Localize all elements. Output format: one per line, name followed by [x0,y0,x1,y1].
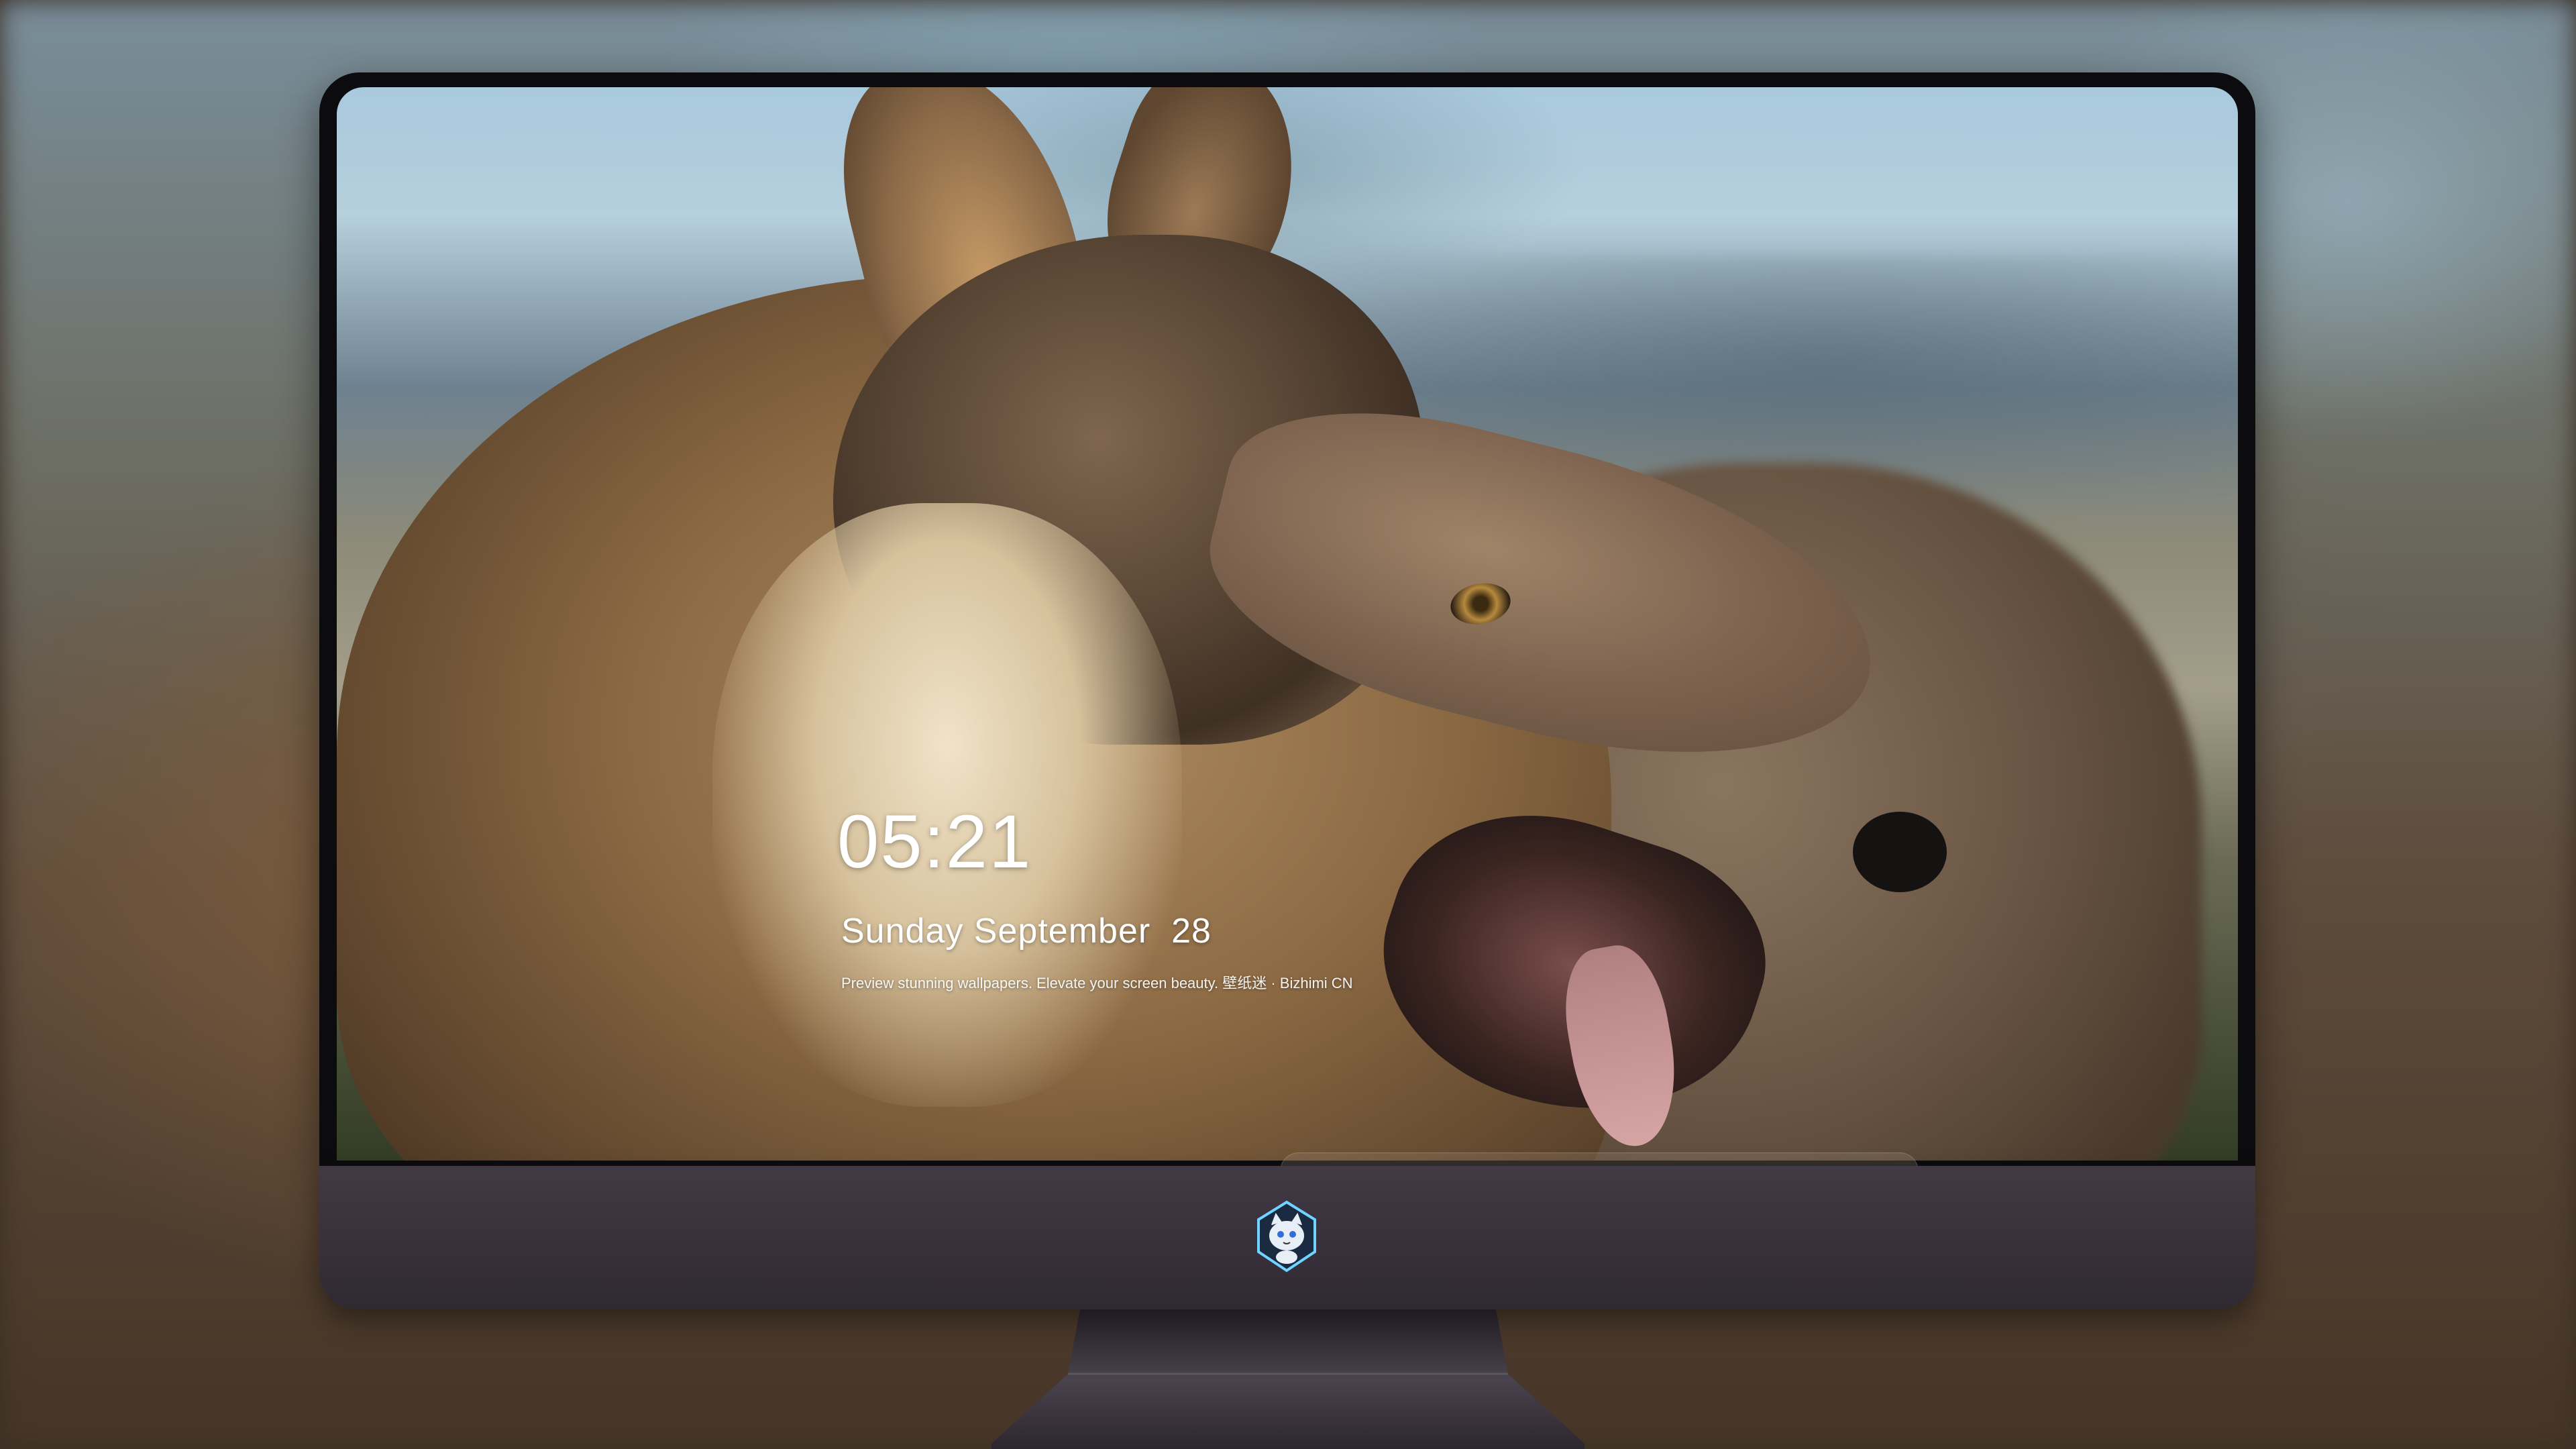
lock-screen-time: 05:21 [837,800,1032,883]
monitor-chin [319,1166,2255,1309]
bizhimi-cat-logo-icon [1253,1199,1320,1273]
lock-screen[interactable]: 05:21 Sunday September 28 Preview stunni… [337,87,2238,1161]
monitor: 05:21 Sunday September 28 Preview stunni… [319,72,2255,1309]
lock-screen-caption: Preview stunning wallpapers. Elevate you… [841,975,1353,991]
monitor-stand [991,1309,1585,1449]
monitor-bezel: 05:21 Sunday September 28 Preview stunni… [319,72,2255,1166]
wallpaper-dog-nose [1853,812,1947,892]
lock-screen-date: Sunday September 28 [841,912,1212,951]
